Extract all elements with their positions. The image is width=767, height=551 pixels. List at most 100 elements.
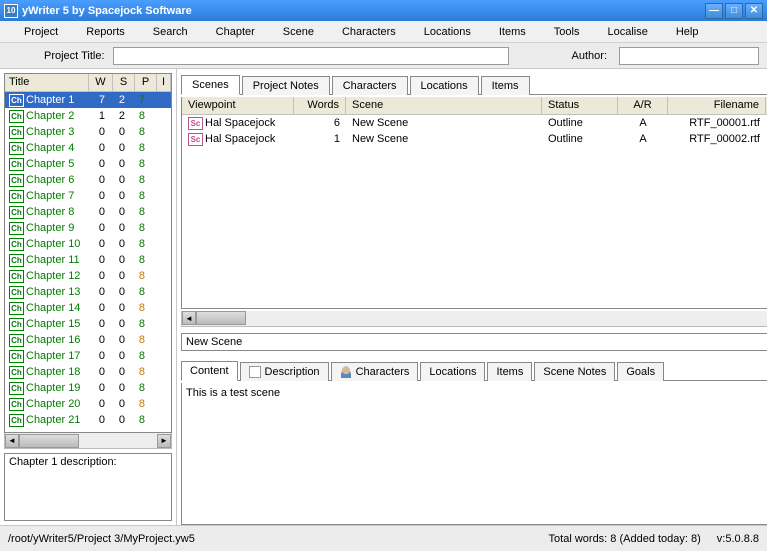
scroll-left-icon[interactable]: ◄ [5, 434, 19, 448]
lower-tab-description[interactable]: Description [240, 362, 329, 381]
menu-scene[interactable]: Scene [269, 23, 328, 41]
scene-filename: RTF_00001.rtf [668, 117, 766, 129]
menu-project[interactable]: Project [10, 23, 72, 41]
chapter-s: 0 [109, 142, 129, 154]
chapter-row[interactable]: ChChapter 13008 [5, 284, 171, 300]
col-words[interactable]: Words [294, 97, 346, 114]
chapter-row[interactable]: ChChapter 20008 [5, 396, 171, 412]
scroll-thumb[interactable] [196, 311, 246, 325]
col-scene[interactable]: Scene [346, 97, 542, 114]
lower-tab-items[interactable]: Items [487, 362, 532, 381]
col-ar[interactable]: A/R [618, 97, 668, 114]
chapter-row[interactable]: ChChapter 17008 [5, 348, 171, 364]
chapter-row[interactable]: ChChapter 15008 [5, 316, 171, 332]
chapter-icon: Ch [9, 158, 24, 171]
chapter-row[interactable]: ChChapter 10008 [5, 236, 171, 252]
lower-tab-locations[interactable]: Locations [420, 362, 485, 381]
col-status[interactable]: Status [542, 97, 618, 114]
chapter-row[interactable]: ChChapter 8008 [5, 204, 171, 220]
col-i[interactable]: I [157, 74, 171, 91]
chapter-title: Chapter 4 [26, 142, 74, 154]
menu-localise[interactable]: Localise [593, 23, 661, 41]
lower-tab-characters[interactable]: Characters [331, 362, 419, 381]
chapter-w: 0 [89, 142, 109, 154]
chapter-row[interactable]: ChChapter 19008 [5, 380, 171, 396]
chapter-row[interactable]: ChChapter 14008 [5, 300, 171, 316]
chapter-hscroll[interactable]: ◄ ► [4, 433, 172, 449]
titlebar[interactable]: 10 yWriter 5 by Spacejock Software — □ ✕ [0, 0, 767, 21]
scene-words: 1 [294, 133, 346, 145]
chapter-row[interactable]: ChChapter 3008 [5, 124, 171, 140]
scene-row[interactable]: ScHal Spacejock6New SceneOutlineARTF_000… [182, 115, 767, 131]
col-p[interactable]: P [135, 74, 157, 91]
chapter-row[interactable]: ChChapter 1727 [5, 92, 171, 108]
tab-items[interactable]: Items [481, 76, 530, 95]
chapter-title: Chapter 14 [26, 302, 80, 314]
menu-search[interactable]: Search [139, 23, 202, 41]
chapter-s: 0 [109, 222, 129, 234]
chapter-grid-header[interactable]: Title W S P I [5, 74, 171, 92]
chapter-row[interactable]: ChChapter 12008 [5, 268, 171, 284]
chapter-w: 0 [89, 318, 109, 330]
chapter-row[interactable]: ChChapter 11008 [5, 252, 171, 268]
scene-hscroll[interactable]: ◄ ► [181, 311, 767, 327]
chapter-row[interactable]: ChChapter 5008 [5, 156, 171, 172]
tab-characters[interactable]: Characters [332, 76, 408, 95]
tab-project-notes[interactable]: Project Notes [242, 76, 330, 95]
minimize-button[interactable]: — [705, 3, 723, 19]
lower-tab-content[interactable]: Content [181, 361, 238, 381]
tab-scenes[interactable]: Scenes [181, 75, 240, 95]
close-button[interactable]: ✕ [745, 3, 763, 19]
chapter-icon: Ch [9, 270, 24, 283]
chapter-row[interactable]: ChChapter 18008 [5, 364, 171, 380]
menu-locations[interactable]: Locations [410, 23, 485, 41]
col-title[interactable]: Title [5, 74, 89, 91]
tab-locations[interactable]: Locations [410, 76, 479, 95]
chapter-row[interactable]: ChChapter 9008 [5, 220, 171, 236]
scene-name-input[interactable]: New Scene [181, 333, 767, 351]
project-title-input[interactable] [113, 47, 509, 65]
status-words: Total words: 8 (Added today: 8) [549, 533, 701, 545]
content-textarea[interactable]: This is a test scene [181, 383, 767, 525]
chapter-w: 7 [89, 94, 109, 106]
chapter-row[interactable]: ChChapter 21008 [5, 412, 171, 428]
chapter-p: 8 [129, 318, 149, 330]
page-icon [249, 366, 261, 378]
chapter-icon: Ch [9, 190, 24, 203]
chapter-p: 8 [129, 206, 149, 218]
menu-tools[interactable]: Tools [540, 23, 594, 41]
col-viewpoint[interactable]: Viewpoint [182, 97, 294, 114]
chapter-grid[interactable]: Title W S P I ChChapter 1727ChChapter 21… [4, 73, 172, 433]
chapter-row[interactable]: ChChapter 7008 [5, 188, 171, 204]
chapter-s: 0 [109, 174, 129, 186]
chapter-w: 0 [89, 286, 109, 298]
col-s[interactable]: S [113, 74, 135, 91]
menu-help[interactable]: Help [662, 23, 713, 41]
chapter-row[interactable]: ChChapter 16008 [5, 332, 171, 348]
chapter-row[interactable]: ChChapter 4008 [5, 140, 171, 156]
author-input[interactable] [619, 47, 759, 65]
chapter-row[interactable]: ChChapter 6008 [5, 172, 171, 188]
scroll-left-icon[interactable]: ◄ [182, 311, 196, 325]
chapter-p: 8 [129, 334, 149, 346]
chapter-description-box[interactable]: Chapter 1 description: [4, 453, 172, 521]
menu-characters[interactable]: Characters [328, 23, 410, 41]
maximize-button[interactable]: □ [725, 3, 743, 19]
scene-grid[interactable]: Viewpoint Words Scene Status A/R Filenam… [181, 97, 767, 309]
lower-tab-goals[interactable]: Goals [617, 362, 664, 381]
scene-row[interactable]: ScHal Spacejock1New SceneOutlineARTF_000… [182, 131, 767, 147]
lower-tab-scene-notes[interactable]: Scene Notes [534, 362, 615, 381]
menu-chapter[interactable]: Chapter [202, 23, 269, 41]
scene-grid-header[interactable]: Viewpoint Words Scene Status A/R Filenam… [182, 97, 767, 115]
chapter-s: 0 [109, 398, 129, 410]
col-filename[interactable]: Filename [668, 97, 766, 114]
chapter-title: Chapter 10 [26, 238, 80, 250]
chapter-w: 0 [89, 190, 109, 202]
menu-items[interactable]: Items [485, 23, 540, 41]
col-w[interactable]: W [89, 74, 113, 91]
scroll-right-icon[interactable]: ► [157, 434, 171, 448]
chapter-title: Chapter 19 [26, 382, 80, 394]
scroll-thumb[interactable] [19, 434, 79, 448]
chapter-row[interactable]: ChChapter 2128 [5, 108, 171, 124]
menu-reports[interactable]: Reports [72, 23, 139, 41]
